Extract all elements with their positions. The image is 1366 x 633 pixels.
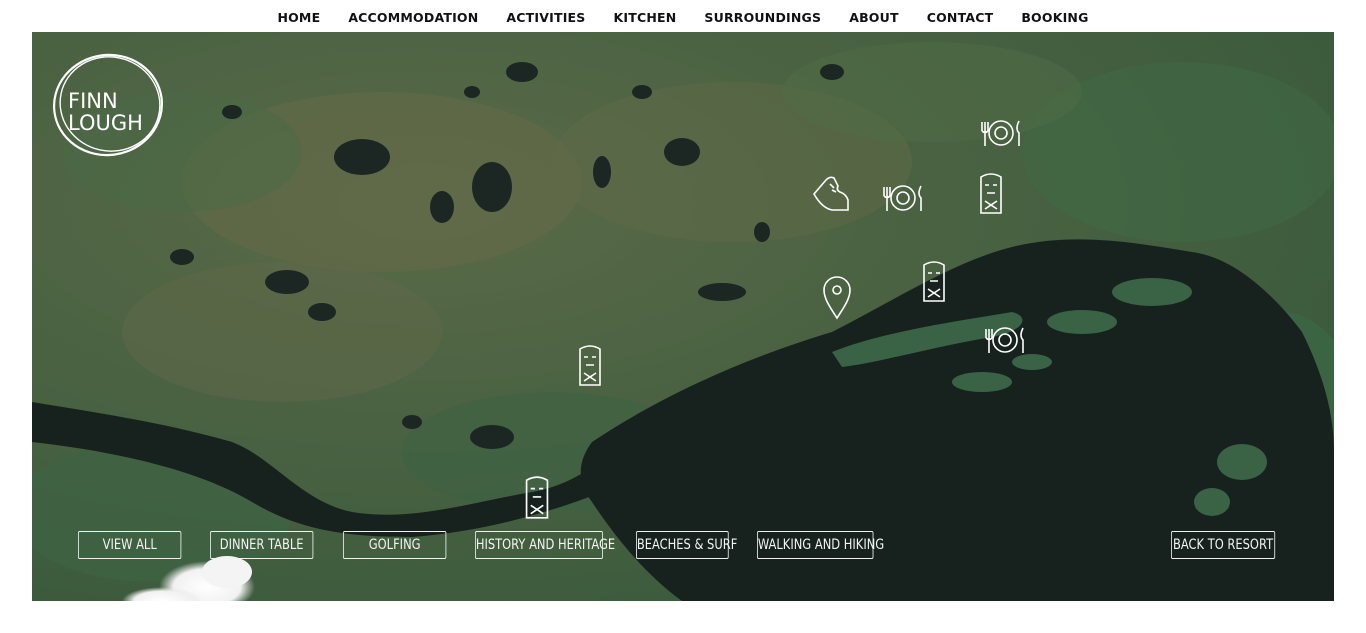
logo-circle: FINN LOUGH	[52, 53, 164, 157]
heritage-icon[interactable]	[520, 474, 554, 522]
logo-line-1: FINN	[68, 89, 118, 113]
beaches-surf-button[interactable]: BEACHES & SURF	[636, 531, 737, 559]
heritage-icon[interactable]	[574, 343, 606, 389]
nav-kitchen[interactable]: KITCHEN	[614, 10, 677, 25]
back-to-resort-button[interactable]: BACK TO RESORT	[1171, 531, 1276, 559]
nav-about[interactable]: ABOUT	[849, 10, 899, 25]
heritage-icon[interactable]	[918, 259, 950, 305]
history-heritage-button[interactable]: HISTORY AND HERITAGE	[475, 531, 615, 559]
main-nav: HOME ACCOMMODATION ACTIVITIES KITCHEN SU…	[0, 0, 1366, 34]
finn-lough-logo[interactable]: FINN LOUGH	[48, 50, 168, 160]
walking-hiking-button[interactable]: WALKING AND HIKING	[757, 531, 884, 559]
golfing-button[interactable]: GOLFING	[343, 531, 447, 559]
location-pin-icon[interactable]	[821, 276, 853, 320]
dining-icon[interactable]	[978, 118, 1024, 148]
nav-contact[interactable]: CONTACT	[927, 10, 994, 25]
view-all-button[interactable]: VIEW ALL	[78, 531, 182, 559]
satellite-map[interactable]: FINN LOUGH VIEW ALL DINNER TABLE GOLFING…	[32, 32, 1334, 601]
nav-surroundings[interactable]: SURROUNDINGS	[704, 10, 821, 25]
walking-icon[interactable]	[808, 174, 852, 216]
nav-home[interactable]: HOME	[277, 10, 320, 25]
dinner-table-button[interactable]: DINNER TABLE	[210, 531, 314, 559]
dining-icon[interactable]	[982, 325, 1028, 355]
nav-accommodation[interactable]: ACCOMMODATION	[348, 10, 478, 25]
logo-line-2: LOUGH	[68, 111, 143, 135]
nav-booking[interactable]: BOOKING	[1021, 10, 1088, 25]
dining-icon[interactable]	[880, 183, 926, 213]
map-background	[32, 32, 1334, 601]
heritage-icon[interactable]	[975, 171, 1007, 217]
nav-activities[interactable]: ACTIVITIES	[506, 10, 585, 25]
